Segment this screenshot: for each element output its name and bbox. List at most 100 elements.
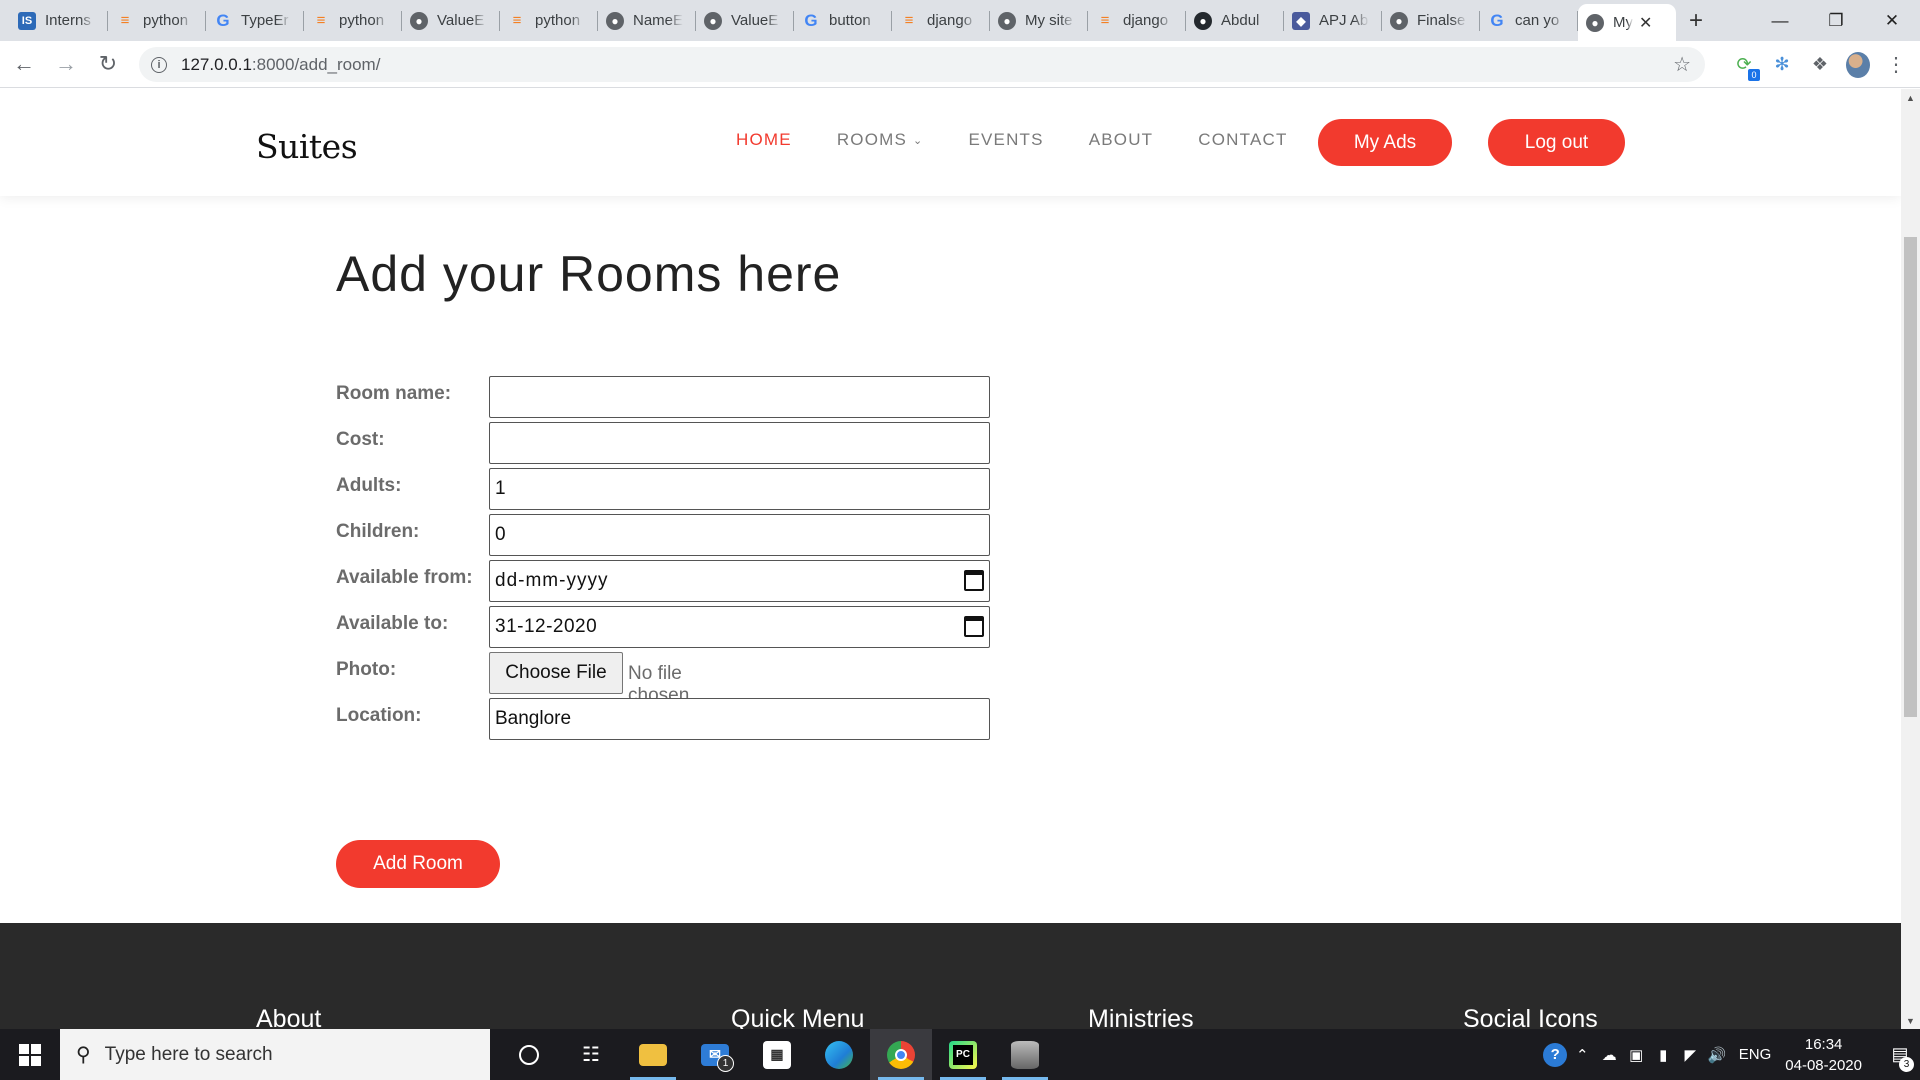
tab[interactable]: ≡ django xyxy=(1088,0,1186,41)
globe-icon: ● xyxy=(704,11,722,30)
edge-icon[interactable] xyxy=(808,1029,870,1080)
room-name-input[interactable] xyxy=(489,376,990,418)
onedrive-icon[interactable]: ☁ xyxy=(1596,1029,1623,1080)
url-text[interactable]: 127.0.0.1:8000/add_room/ xyxy=(181,55,380,75)
help-icon[interactable]: ? xyxy=(1542,1029,1569,1080)
tab[interactable]: ● ValueE xyxy=(402,0,500,41)
calendar-icon[interactable] xyxy=(964,616,984,637)
tab-active[interactable]: ● My ✕ xyxy=(1578,4,1676,41)
minimize-button[interactable]: — xyxy=(1752,0,1808,41)
wifi-icon[interactable]: ◤ xyxy=(1677,1029,1704,1080)
nav-contact[interactable]: CONTACT xyxy=(1198,130,1287,150)
extension-badge: 0 xyxy=(1748,68,1760,81)
tray-app-icon[interactable]: ▣ xyxy=(1623,1029,1650,1080)
language-indicator[interactable]: ENG xyxy=(1739,1046,1772,1063)
site-info-icon[interactable]: i xyxy=(151,56,167,73)
restore-button[interactable]: ❐ xyxy=(1808,0,1864,41)
extension-sync-icon[interactable]: ⟳ 0 xyxy=(1732,53,1760,81)
tab[interactable]: ≡ python xyxy=(108,0,206,41)
address-bar[interactable]: i 127.0.0.1:8000/add_room/ ☆ xyxy=(139,47,1705,82)
choose-file-button[interactable]: Choose File xyxy=(489,652,623,694)
stackoverflow-icon: ≡ xyxy=(120,12,130,29)
tab-title: python xyxy=(339,12,385,29)
adults-label: Adults: xyxy=(336,475,402,496)
reload-button[interactable]: ↻ xyxy=(90,46,126,82)
location-input[interactable]: Banglore xyxy=(489,698,990,740)
back-button[interactable]: ← xyxy=(6,46,42,82)
tab-title: My site xyxy=(1025,12,1073,29)
pycharm-icon[interactable]: PC xyxy=(932,1029,994,1080)
tab-title: Finalse xyxy=(1417,12,1466,29)
tab-title: TypeEr xyxy=(241,12,289,29)
scroll-down-arrow-icon[interactable]: ▼ xyxy=(1901,1012,1920,1029)
adults-input[interactable]: 1 xyxy=(489,468,990,510)
extensions-area: ⟳ 0 ✻ ❖ ⋮ xyxy=(1732,41,1908,88)
taskbar-search-box[interactable]: ⚲ Type here to search xyxy=(60,1029,490,1080)
scroll-up-arrow-icon[interactable]: ▲ xyxy=(1901,89,1920,106)
nav-home[interactable]: HOME xyxy=(736,130,792,150)
site-footer: About Quick Menu Ministries Social Icons xyxy=(0,923,1901,1029)
scrollbar-thumb[interactable] xyxy=(1904,237,1917,717)
tab[interactable]: ≡ django xyxy=(892,0,990,41)
nav-rooms-label: ROOMS xyxy=(836,130,908,149)
tab[interactable]: ● ValueE xyxy=(696,0,794,41)
photo-label: Photo: xyxy=(336,659,397,680)
tab-list: IS Interns ≡ python G TypeEr ≡ python ● ValueE ≡ py… xyxy=(0,0,1676,41)
tab[interactable]: Gbutton xyxy=(794,0,892,41)
tab[interactable]: ● NameE xyxy=(598,0,696,41)
database-icon[interactable] xyxy=(994,1029,1056,1080)
tab[interactable]: ● My site xyxy=(990,0,1088,41)
clock[interactable]: 16:34 04-08-2020 xyxy=(1785,1034,1862,1076)
extensions-puzzle-icon[interactable]: ❖ xyxy=(1808,53,1832,77)
tab[interactable]: ◆ APJ Ab xyxy=(1284,0,1382,41)
available-to-label: Available to: xyxy=(336,613,449,634)
file-explorer-icon[interactable] xyxy=(622,1029,684,1080)
tab[interactable]: IS Interns xyxy=(10,0,108,41)
tab[interactable]: Gcan yo xyxy=(1480,0,1578,41)
cost-input[interactable] xyxy=(489,422,990,464)
footer-about-heading: About xyxy=(256,1005,322,1029)
cortana-icon[interactable] xyxy=(498,1029,560,1080)
volume-icon[interactable]: 🔊 xyxy=(1704,1029,1731,1080)
new-tab-button[interactable]: + xyxy=(1676,0,1716,41)
calendar-icon[interactable] xyxy=(964,570,984,591)
available-to-input[interactable]: 31-12-2020 xyxy=(489,606,990,648)
stackoverflow-icon: ≡ xyxy=(512,12,522,29)
site-logo[interactable]: Suites xyxy=(256,127,358,166)
browser-menu-icon[interactable]: ⋮ xyxy=(1884,53,1908,77)
close-window-button[interactable]: ✕ xyxy=(1864,0,1920,41)
my-ads-button[interactable]: My Ads xyxy=(1318,119,1452,166)
chrome-icon[interactable] xyxy=(870,1029,932,1080)
start-button[interactable] xyxy=(0,1029,60,1080)
clock-date: 04-08-2020 xyxy=(1785,1056,1862,1074)
nav-about[interactable]: ABOUT xyxy=(1089,130,1154,150)
available-from-input[interactable]: dd-mm-yyyy xyxy=(489,560,990,602)
chevron-up-icon[interactable]: ⌃ xyxy=(1569,1029,1596,1080)
children-input[interactable]: 0 xyxy=(489,514,990,556)
profile-avatar[interactable] xyxy=(1846,51,1870,78)
bookmark-star-icon[interactable]: ☆ xyxy=(1673,52,1691,77)
notifications-icon[interactable]: ▤ 3 xyxy=(1880,1029,1920,1080)
log-out-button[interactable]: Log out xyxy=(1488,119,1625,166)
page-scrollbar[interactable]: ▲ ▼ xyxy=(1901,89,1920,1029)
mail-badge: 1 xyxy=(717,1055,734,1072)
add-room-button[interactable]: Add Room xyxy=(336,840,500,888)
extension-compass-icon[interactable]: ✻ xyxy=(1770,53,1794,77)
mail-icon[interactable]: ✉ 1 xyxy=(684,1029,746,1080)
tab[interactable]: G TypeEr xyxy=(206,0,304,41)
forward-button[interactable]: → xyxy=(48,46,84,82)
store-icon[interactable]: ▦ xyxy=(746,1029,808,1080)
tab-title: ValueE xyxy=(437,12,485,29)
task-view-icon[interactable]: ☷ xyxy=(560,1029,622,1080)
tab[interactable]: ● Finalse xyxy=(1382,0,1480,41)
tab[interactable]: ≡ python xyxy=(304,0,402,41)
close-tab-icon[interactable]: ✕ xyxy=(1639,13,1652,33)
nav-events[interactable]: EVENTS xyxy=(968,130,1043,150)
github-icon: ● xyxy=(1194,11,1212,30)
footer-quick-menu-heading: Quick Menu xyxy=(731,1005,865,1029)
available-from-value: dd-mm-yyyy xyxy=(495,570,609,591)
battery-icon[interactable]: ▮ xyxy=(1650,1029,1677,1080)
nav-rooms[interactable]: ROOMS ⌄ xyxy=(837,130,924,150)
tab[interactable]: ≡ python xyxy=(500,0,598,41)
tab[interactable]: ● Abdul xyxy=(1186,0,1284,41)
